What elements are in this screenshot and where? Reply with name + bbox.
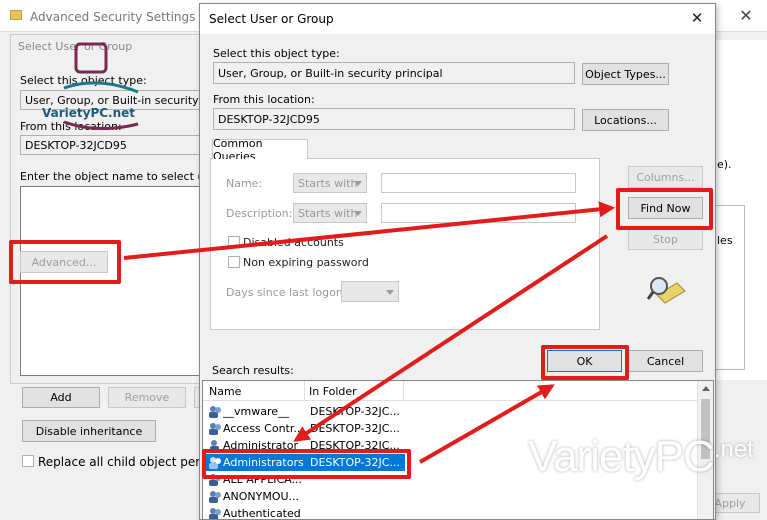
watermark-brand: VarietyPC.net <box>528 432 760 492</box>
watermark-brand-text: VarietyPC <box>528 432 715 481</box>
arrow-find-now-to-administrators <box>293 234 609 442</box>
arrow-advanced-to-find-now <box>123 201 616 260</box>
watermark-tld: .net <box>713 436 754 463</box>
